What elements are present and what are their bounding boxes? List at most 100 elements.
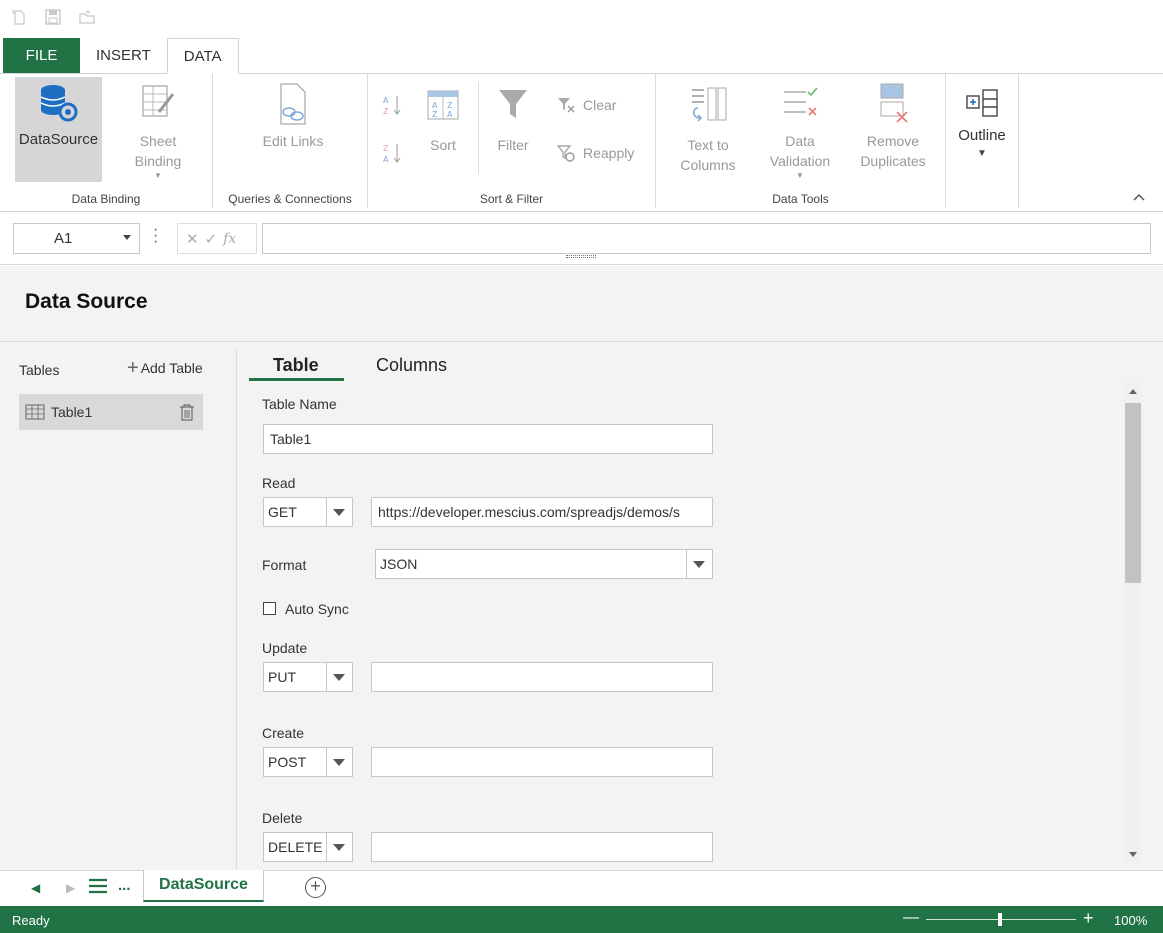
- new-document-icon[interactable]: [10, 8, 28, 26]
- auto-sync-checkbox[interactable]: [263, 602, 276, 615]
- status-text: Ready: [12, 913, 50, 928]
- trash-icon[interactable]: [179, 403, 195, 421]
- sheet-tab-bar: ◀ ▶ ... DataSource +: [0, 870, 1163, 906]
- create-url-input[interactable]: [371, 747, 713, 777]
- table-name: Table1: [51, 404, 93, 420]
- read-method-select[interactable]: GET: [263, 497, 353, 527]
- data-validation-icon: [784, 87, 818, 116]
- prev-sheet-icon[interactable]: ◀: [31, 881, 40, 895]
- clear-filter-button[interactable]: Clear: [557, 96, 616, 114]
- sheet-binding-button[interactable]: Sheet Binding ▼: [118, 82, 198, 187]
- delete-label: Delete: [262, 810, 303, 826]
- datasource-button[interactable]: DataSource: [15, 77, 102, 182]
- update-method-select[interactable]: PUT: [263, 662, 353, 692]
- group-outline: Outline ▼: [946, 74, 1019, 208]
- data-validation-label-1: Data: [785, 133, 815, 149]
- sort-descending-button[interactable]: ZA: [380, 142, 406, 169]
- confirm-icon[interactable]: ✓: [205, 230, 218, 248]
- formula-bar: A1 · · · ✕ ✓ fx: [0, 213, 1163, 265]
- chevron-down-icon[interactable]: [686, 550, 712, 578]
- reapply-button[interactable]: Reapply: [557, 144, 634, 162]
- table-list-item[interactable]: Table1: [19, 394, 203, 430]
- create-method-value: POST: [268, 754, 307, 770]
- cancel-icon[interactable]: ✕: [186, 230, 199, 248]
- scroll-up-icon[interactable]: [1129, 389, 1137, 394]
- ribbon-tabs: FILE INSERT DATA: [0, 38, 1163, 74]
- table-icon: [25, 404, 45, 420]
- svg-text:A: A: [383, 155, 389, 164]
- read-label: Read: [262, 475, 296, 491]
- text-to-columns-button[interactable]: Text to Columns: [673, 84, 743, 184]
- collapse-ribbon-icon[interactable]: [1133, 190, 1145, 204]
- name-box-value: A1: [54, 230, 73, 247]
- create-method-select[interactable]: POST: [263, 747, 353, 777]
- filter-button[interactable]: Filter: [490, 88, 536, 168]
- remove-duplicates-icon: [880, 83, 908, 123]
- tab-table[interactable]: Table: [273, 355, 319, 376]
- scroll-down-icon[interactable]: [1129, 852, 1137, 857]
- chevron-down-icon[interactable]: [326, 748, 352, 776]
- sheet-list-icon[interactable]: [88, 877, 108, 898]
- panel-title: Data Source: [25, 290, 148, 313]
- divider: [478, 82, 479, 174]
- tab-data[interactable]: DATA: [166, 38, 239, 74]
- delete-method-select[interactable]: DELETE: [263, 832, 353, 862]
- delete-url-input[interactable]: [371, 832, 713, 862]
- zoom-out-icon[interactable]: —: [903, 909, 919, 927]
- clear-filter-icon: [558, 98, 575, 113]
- sort-icon: AZZA: [427, 90, 459, 120]
- group-label-sort-filter: Sort & Filter: [479, 192, 544, 206]
- zoom-in-icon[interactable]: +: [1083, 908, 1094, 929]
- save-icon[interactable]: [44, 8, 62, 26]
- table-name-input[interactable]: Table1: [263, 424, 713, 454]
- next-sheet-icon[interactable]: ▶: [66, 881, 75, 895]
- svg-text:A: A: [432, 101, 438, 110]
- formula-input[interactable]: [262, 223, 1151, 254]
- zoom-slider-thumb[interactable]: [998, 913, 1002, 926]
- status-bar: Ready — + 100%: [0, 906, 1163, 933]
- more-sheets-button[interactable]: ...: [118, 877, 131, 894]
- format-label: Format: [262, 557, 307, 573]
- chevron-down-icon: ▼: [796, 171, 804, 180]
- update-url-input[interactable]: [371, 662, 713, 692]
- data-validation-button[interactable]: Data Validation ▼: [760, 84, 840, 192]
- svg-text:A: A: [447, 110, 453, 119]
- name-box[interactable]: A1: [13, 223, 140, 254]
- chevron-down-icon[interactable]: [326, 498, 352, 526]
- sort-ascending-button[interactable]: AZ: [380, 94, 406, 121]
- spreadsheet-app: FILE INSERT DATA DataSource Sheet Bindin…: [0, 0, 1163, 933]
- vertical-scrollbar[interactable]: [1124, 383, 1142, 863]
- edit-links-button[interactable]: Edit Links: [253, 82, 333, 172]
- remove-duplicates-button[interactable]: Remove Duplicates: [853, 82, 933, 182]
- more-options-icon[interactable]: · · ·: [153, 222, 158, 250]
- create-label: Create: [262, 725, 305, 741]
- outline-button[interactable]: Outline ▼: [952, 86, 1012, 176]
- chevron-down-icon[interactable]: [326, 663, 352, 691]
- zoom-level[interactable]: 100%: [1114, 913, 1147, 928]
- chevron-down-icon[interactable]: [326, 833, 352, 861]
- sort-button[interactable]: AZZA Sort: [420, 88, 466, 168]
- add-table-button[interactable]: + Add Table: [127, 358, 203, 378]
- fx-icon[interactable]: fx: [223, 231, 236, 247]
- read-url-input[interactable]: https://developer.mescius.com/spreadjs/d…: [371, 497, 713, 527]
- sheet-tab-datasource[interactable]: DataSource: [143, 870, 264, 902]
- tab-file[interactable]: FILE: [3, 38, 80, 73]
- update-label: Update: [262, 640, 308, 656]
- open-folder-icon[interactable]: [78, 8, 96, 26]
- group-queries-connections: Edit Links Queries & Connections: [213, 74, 368, 208]
- sort-descending-icon: ZA: [383, 144, 401, 164]
- add-sheet-icon[interactable]: +: [305, 877, 326, 898]
- chevron-down-icon[interactable]: [123, 235, 131, 240]
- update-method-value: PUT: [268, 669, 296, 685]
- scrollbar-thumb[interactable]: [1125, 403, 1141, 583]
- sheet-binding-icon: [142, 85, 175, 117]
- divider: [236, 348, 237, 870]
- tab-insert[interactable]: INSERT: [80, 38, 167, 73]
- format-select[interactable]: JSON: [375, 549, 713, 579]
- group-label-data-tools: Data Tools: [772, 192, 829, 206]
- resize-grip-icon[interactable]: [566, 255, 596, 258]
- edit-links-label: Edit Links: [262, 133, 324, 149]
- tab-columns[interactable]: Columns: [376, 355, 447, 376]
- group-label-data-binding: Data Binding: [71, 192, 141, 206]
- divider: [0, 341, 1163, 342]
